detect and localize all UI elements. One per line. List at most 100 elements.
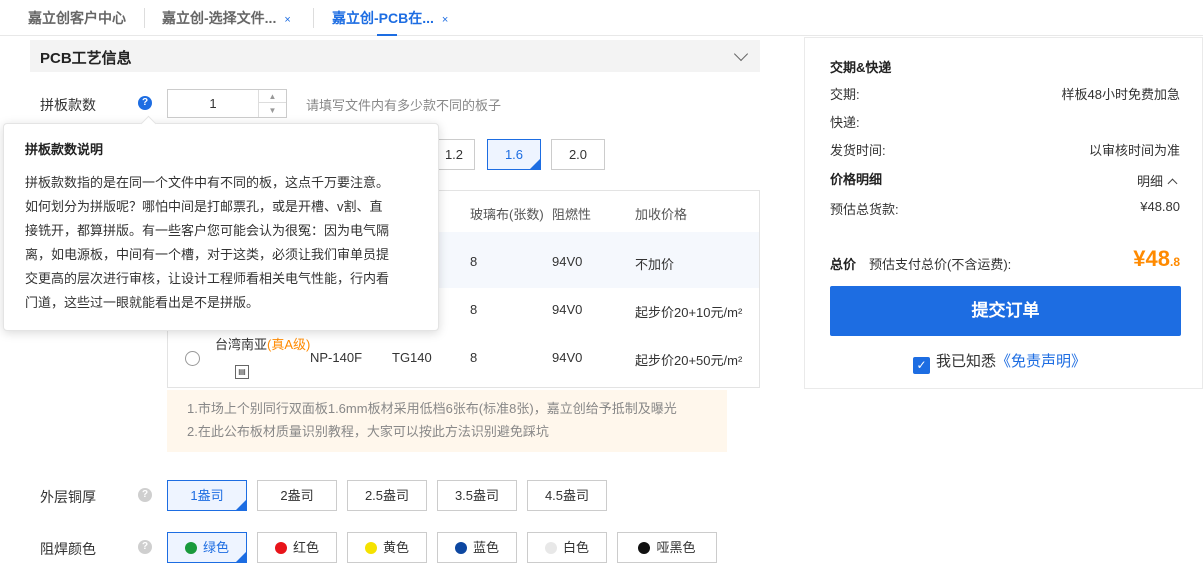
panel-count-stepper[interactable]: 1 ▲ ▼	[167, 89, 287, 118]
tab-select-file[interactable]: 嘉立创-选择文件... ×	[162, 0, 291, 36]
copper-option-1oz[interactable]: 1盎司	[167, 480, 247, 511]
chevron-down-icon[interactable]	[733, 46, 749, 62]
copper-option-2-5oz[interactable]: 2.5盎司	[347, 480, 427, 511]
black-swatch-icon	[638, 542, 651, 554]
tab-label: 嘉立创-选择文件...	[162, 10, 277, 26]
table-cell: 8	[470, 254, 478, 269]
copper-label: 外层铜厚	[40, 489, 96, 505]
tab-label: 嘉立创客户中心	[28, 10, 126, 26]
checkbox-checked-icon[interactable]: ✓	[913, 357, 930, 374]
tab-pcb-order[interactable]: 嘉立创-PCB在... ×	[332, 0, 448, 36]
thickness-option-2-0[interactable]: 2.0	[551, 139, 605, 170]
decrement-icon[interactable]: ▼	[259, 104, 286, 117]
section-title: PCB工艺信息	[40, 50, 132, 67]
brand-grade: (真A级)	[267, 337, 311, 352]
table-cell: 94V0	[552, 350, 583, 365]
submit-order-button[interactable]: 提交订单	[830, 286, 1181, 336]
tab-divider	[144, 8, 145, 28]
detail-toggle-label: 明细	[1136, 174, 1163, 189]
pdf-icon[interactable]: ▤	[235, 365, 249, 379]
color-option-red[interactable]: 红色	[257, 532, 337, 563]
help-icon[interactable]: ?	[138, 540, 152, 554]
tooltip-line: 门道，这些过一眼就能看出是不是拼版。	[25, 295, 260, 310]
tooltip-title: 拼板款数说明	[25, 142, 104, 157]
soldermask-label: 阻焊颜色	[40, 541, 96, 557]
copper-option-4-5oz[interactable]: 4.5盎司	[527, 480, 607, 511]
ship-time-label: 发货时间:	[830, 143, 886, 158]
blue-swatch-icon	[454, 542, 467, 554]
yellow-swatch-icon	[364, 542, 377, 554]
color-label: 黄色	[382, 540, 409, 555]
tooltip-line: 拼板款数指的是在同一个文件中有不同的板，这点千万要注意。	[25, 175, 390, 190]
total-price: ¥48.8	[1133, 246, 1180, 272]
goods-label: 预估总货款:	[830, 202, 899, 217]
table-cell: 94V0	[552, 254, 583, 269]
red-swatch-icon	[274, 542, 287, 554]
table-cell: 8	[470, 350, 478, 365]
green-swatch-icon	[184, 542, 197, 554]
tooltip-line: 如何划分为拼版呢？哪怕中间是打邮票孔，或是开槽、v割、直	[25, 199, 383, 214]
total-price-main: ¥48	[1133, 246, 1170, 271]
material-notes: 1.市场上个别同行双面板1.6mm板材采用低档6张布(标准8张)，嘉立创给予抵制…	[167, 390, 727, 452]
chevron-up-icon	[1167, 178, 1178, 189]
tooltip-line: 交更高的层次进行审核，让设计工程师看相关电气性能，行内看	[25, 271, 390, 286]
close-icon[interactable]: ×	[442, 2, 448, 38]
goods-value: ¥48.80	[1140, 199, 1180, 214]
tab-customer-center[interactable]: 嘉立创客户中心	[28, 0, 126, 36]
table-cell: 起步价20+10元/m²	[635, 305, 743, 320]
ship-time-value: 以审核时间为准	[1088, 143, 1180, 158]
lead-time-value: 样板48小时免费加急	[1061, 87, 1180, 102]
table-cell: NP-140F	[310, 350, 363, 365]
close-icon[interactable]: ×	[284, 2, 290, 38]
section-header[interactable]: PCB工艺信息	[30, 40, 760, 72]
tooltip-arrow	[140, 115, 157, 132]
color-label: 蓝色	[472, 540, 499, 555]
help-icon[interactable]: ?	[138, 96, 152, 110]
disclaimer-link[interactable]: 《免责声明》	[996, 353, 1086, 370]
column-header-price: 加收价格	[635, 207, 688, 222]
copper-option-3-5oz[interactable]: 3.5盎司	[437, 480, 517, 511]
color-option-white[interactable]: 白色	[527, 532, 607, 563]
total-label: 总价	[830, 257, 857, 272]
thickness-option-1-6[interactable]: 1.6	[487, 139, 541, 170]
help-icon[interactable]: ?	[138, 488, 152, 502]
delivery-title: 交期&快递	[830, 60, 892, 75]
agree-text: 我已知悉	[936, 353, 997, 370]
color-option-yellow[interactable]: 黄色	[347, 532, 427, 563]
color-option-green[interactable]: 绿色	[167, 532, 247, 563]
panel-count-tooltip: 拼板款数说明 拼板款数指的是在同一个文件中有不同的板，这点千万要注意。 如何划分…	[3, 115, 439, 331]
column-header-glass: 玻璃布(张数)	[470, 207, 544, 222]
total-price-decimal: .8	[1169, 255, 1180, 269]
color-label: 哑黑色	[656, 540, 696, 555]
tab-bar: 嘉立创客户中心 嘉立创-选择文件... × 嘉立创-PCB在... ×	[0, 0, 1203, 36]
price-detail-title: 价格明细	[830, 172, 883, 187]
column-header-flame: 阻燃性	[552, 207, 592, 222]
table-cell: 台湾南亚(真A级)	[215, 334, 310, 353]
detail-toggle[interactable]: 明细	[1136, 171, 1178, 190]
panel-count-value[interactable]: 1	[168, 90, 258, 117]
table-cell: 8	[470, 302, 478, 317]
copper-option-2oz[interactable]: 2盎司	[257, 480, 337, 511]
stepper-arrows: ▲ ▼	[258, 90, 286, 117]
table-cell: 不加价	[635, 257, 675, 272]
color-option-matte-black[interactable]: 哑黑色	[617, 532, 717, 563]
brand-name: 台湾南亚	[215, 337, 268, 352]
note-line[interactable]: 2.在此公布板材质量识别教程，大家可以按此方法识别避免踩坑	[187, 421, 549, 440]
tooltip-line: 离，如电源板，中间有一个槽，对于这类，必须让我们审单员提	[25, 247, 390, 262]
increment-icon[interactable]: ▲	[259, 90, 286, 103]
material-radio[interactable]	[185, 351, 200, 366]
table-cell: 起步价20+50元/m²	[635, 353, 743, 368]
courier-label: 快递:	[830, 115, 860, 130]
color-label: 白色	[562, 540, 589, 555]
table-cell: 94V0	[552, 302, 583, 317]
lead-time-label: 交期:	[830, 87, 860, 102]
color-option-blue[interactable]: 蓝色	[437, 532, 517, 563]
note-line: 1.市场上个别同行双面板1.6mm板材采用低档6张布(标准8张)，嘉立创给予抵制…	[187, 401, 677, 416]
panel-count-label: 拼板款数	[40, 97, 96, 113]
white-swatch-icon	[544, 542, 557, 554]
total-desc: 预估支付总价(不含运费):	[869, 257, 1012, 272]
color-label: 绿色	[202, 540, 229, 555]
agree-row: ✓ 我已知悉《免责声明》	[913, 350, 1086, 374]
order-summary-panel: 交期&快递 交期: 样板48小时免费加急 快递: 发货时间: 以审核时间为准 价…	[804, 37, 1203, 389]
tab-divider	[313, 8, 314, 28]
